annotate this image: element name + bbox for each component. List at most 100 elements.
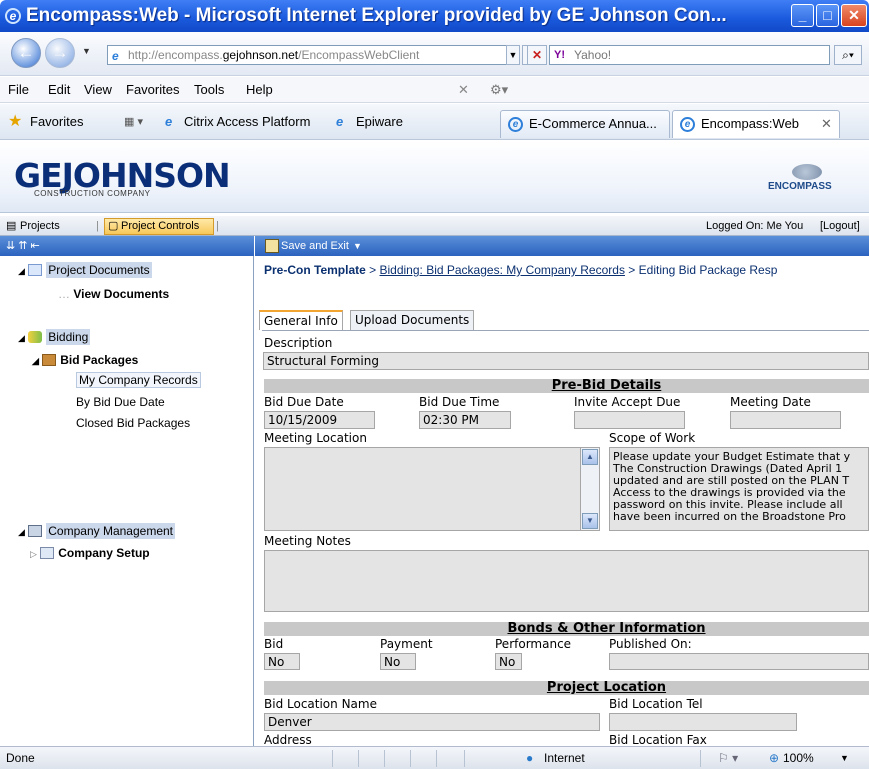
tree-item-closed-bid-packages[interactable]: Closed Bid Packages xyxy=(76,416,190,430)
security-zone-text: Internet xyxy=(544,751,585,765)
invite-accept-due-field[interactable] xyxy=(574,411,685,429)
published-on-field[interactable] xyxy=(609,653,869,670)
save-dropdown-icon[interactable]: ▼ xyxy=(353,236,362,256)
tree-item-view-documents[interactable]: … View Documents xyxy=(58,287,169,301)
zoom-level[interactable]: 100% xyxy=(783,747,814,769)
scope-of-work-label: Scope of Work xyxy=(609,431,696,445)
translate-icon[interactable]: ⚙▾ xyxy=(490,77,508,103)
tree-expand-icon[interactable]: ◢ xyxy=(32,356,39,366)
breadcrumb-root[interactable]: Pre-Con Template xyxy=(264,263,366,277)
tree-expand-icon[interactable]: ◢ xyxy=(18,333,25,343)
forward-button[interactable]: → xyxy=(45,38,75,68)
save-icon xyxy=(265,239,279,253)
tab-general-info[interactable]: General Info xyxy=(259,310,343,330)
zoom-icon[interactable]: ⊕ xyxy=(769,747,779,769)
save-and-exit-button[interactable]: Save and Exit xyxy=(281,236,349,256)
favorites-button[interactable]: Favorites xyxy=(30,104,83,140)
address-dropdown-button[interactable]: ▼ xyxy=(506,45,520,65)
menu-tools[interactable]: Tools xyxy=(194,77,224,103)
history-dropdown-icon[interactable]: ▼ xyxy=(82,46,91,56)
bid-bond-field[interactable]: No xyxy=(264,653,300,670)
bid-location-name-label: Bid Location Name xyxy=(264,697,377,711)
status-divider xyxy=(332,750,333,767)
breadcrumb: Pre-Con Template > Bidding: Bid Packages… xyxy=(264,263,777,277)
meeting-notes-label: Meeting Notes xyxy=(264,534,351,548)
tree-label: Company Setup xyxy=(58,546,150,560)
status-bar: Done ● Internet ⚐ ▾ ⊕ 100% ▼ xyxy=(0,746,869,769)
bid-location-tel-field[interactable] xyxy=(609,713,797,731)
project-controls-label: Project Controls xyxy=(121,220,200,232)
stop-button[interactable]: ✕ xyxy=(527,45,547,65)
scroll-down-icon[interactable]: ▼ xyxy=(582,513,598,529)
fav-link-citrix[interactable]: Citrix Access Platform xyxy=(184,104,310,140)
menu-help[interactable]: Help xyxy=(246,77,273,103)
menu-file[interactable]: File xyxy=(8,77,29,103)
tree-item-project-documents[interactable]: ◢ Project Documents xyxy=(18,262,152,278)
tree-label: Project Documents xyxy=(46,262,152,278)
tree-item-my-company-records[interactable]: My Company Records xyxy=(76,372,201,388)
tree-label: By Bid Due Date xyxy=(76,395,165,409)
close-button[interactable]: ✕ xyxy=(841,4,867,27)
protected-mode-icon[interactable]: ⚐ ▾ xyxy=(718,747,738,769)
payment-bond-field[interactable]: No xyxy=(380,653,416,670)
tab-ecommerce[interactable]: e E-Commerce Annua... xyxy=(500,110,670,138)
menu-favorites[interactable]: Favorites xyxy=(126,77,179,103)
meeting-date-field[interactable] xyxy=(730,411,841,429)
epiware-page-icon: e xyxy=(336,114,344,129)
bid-due-date-field[interactable]: 10/15/2009 xyxy=(264,411,375,429)
back-button[interactable]: ← xyxy=(11,38,41,68)
tab-encompass[interactable]: e Encompass:Web ✕ xyxy=(672,110,840,138)
tree-item-bidding[interactable]: ◢ Bidding xyxy=(18,329,91,345)
tree-item-by-bid-due-date[interactable]: By Bid Due Date xyxy=(76,395,165,409)
quick-tabs-icon[interactable]: ▦ ▾ xyxy=(124,104,143,140)
url-path: /EncompassWebClient xyxy=(298,48,420,62)
logout-link[interactable]: [Logout] xyxy=(820,216,860,236)
scope-of-work-field[interactable]: Please update your Budget Estimate that … xyxy=(609,447,869,531)
tree-item-company-management[interactable]: ◢ Company Management xyxy=(18,523,175,539)
search-input[interactable]: Y! Yahoo! xyxy=(549,45,830,65)
meeting-notes-field[interactable] xyxy=(264,550,869,612)
bid-location-fax-label: Bid Location Fax xyxy=(609,733,707,746)
maximize-button[interactable]: □ xyxy=(816,4,839,27)
zoom-dropdown-icon[interactable]: ▼ xyxy=(840,747,849,769)
menu-view[interactable]: View xyxy=(84,77,112,103)
pin-icon[interactable]: ⇤ xyxy=(30,240,42,252)
breadcrumb-separator: > xyxy=(369,263,377,277)
menu-edit[interactable]: Edit xyxy=(48,77,70,103)
tab-close-icon[interactable]: ✕ xyxy=(821,111,832,137)
content-toolbar: Save and Exit ▼ xyxy=(255,236,869,256)
projects-tab[interactable]: Projects xyxy=(20,216,60,236)
tree-expand-icon[interactable]: ◢ xyxy=(18,527,25,537)
bid-bond-label: Bid xyxy=(264,637,284,651)
product-logo: ENCOMPASS xyxy=(768,181,832,192)
tree-collapsed-icon[interactable]: ▷ xyxy=(30,549,37,559)
collapse-all-icon[interactable]: ⇈ xyxy=(18,240,30,252)
tab-upload-documents[interactable]: Upload Documents xyxy=(350,310,475,330)
address-input[interactable]: e http://encompass.gejohnson.net/Encompas… xyxy=(107,45,507,65)
project-location-title: Project Location xyxy=(546,680,667,695)
bid-due-time-field[interactable]: 02:30 PM xyxy=(419,411,511,429)
description-field[interactable]: Structural Forming xyxy=(263,352,869,370)
fav-link-epiware[interactable]: Epiware xyxy=(356,104,403,140)
tree-item-bid-packages[interactable]: ◢ Bid Packages xyxy=(32,353,138,367)
minimize-button[interactable]: _ xyxy=(791,4,814,27)
bid-location-name-field[interactable]: Denver xyxy=(264,713,600,731)
meeting-location-scrollbar[interactable]: ▲ ▼ xyxy=(580,447,600,531)
expand-all-icon[interactable]: ⇊ xyxy=(6,240,18,252)
performance-bond-field[interactable]: No xyxy=(495,653,522,670)
tree-item-company-setup[interactable]: ▷ Company Setup xyxy=(30,546,150,560)
url-prefix: http://encompass. xyxy=(128,48,223,62)
tree-expand-icon[interactable]: ◢ xyxy=(18,266,25,276)
meeting-location-field[interactable] xyxy=(264,447,600,531)
tree-label: Bid Packages xyxy=(60,353,139,367)
company-logo: GEJOHNSON xyxy=(14,156,231,195)
prebid-title: Pre-Bid Details xyxy=(551,378,662,393)
breadcrumb-link[interactable]: Bidding: Bid Packages: My Company Record… xyxy=(380,263,625,277)
ie-logo-icon: e xyxy=(5,8,21,24)
project-controls-tab[interactable]: ▢ Project Controls xyxy=(104,218,214,235)
encompass-logo-icon xyxy=(792,164,822,180)
scroll-up-icon[interactable]: ▲ xyxy=(582,449,598,465)
url-domain: gejohnson.net xyxy=(222,48,299,62)
close-tab-icon[interactable]: ✕ xyxy=(458,77,469,103)
search-button[interactable]: ⌕▾ xyxy=(834,45,862,65)
